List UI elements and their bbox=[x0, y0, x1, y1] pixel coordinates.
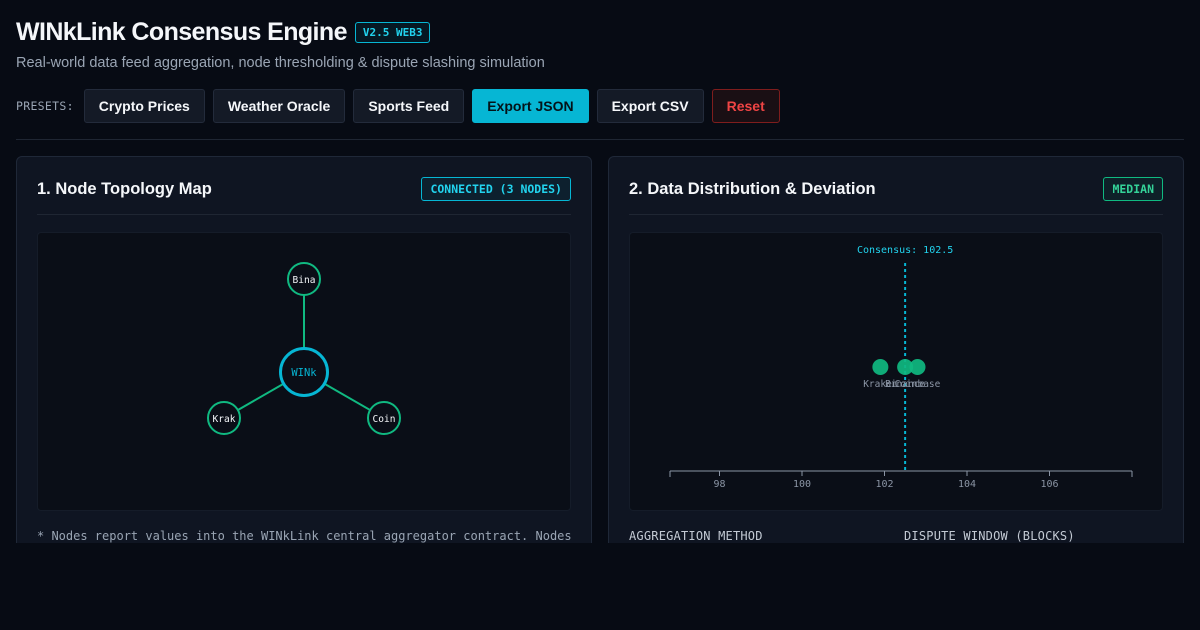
connection-status-badge: CONNECTED (3 NODES) bbox=[421, 177, 571, 201]
preset-toolbar: PRESETS: Crypto Prices Weather Oracle Sp… bbox=[16, 89, 780, 123]
panel-title: 2. Data Distribution & Deviation bbox=[629, 180, 876, 198]
topology-map: WINk Bina Krak Coin bbox=[207, 262, 401, 435]
aggregation-method-badge: MEDIAN bbox=[1103, 177, 1163, 201]
x-tick-label: 98 bbox=[713, 479, 725, 490]
topology-footnote: * Nodes report values into the WINkLink … bbox=[37, 529, 572, 543]
data-point bbox=[909, 359, 926, 375]
viewport-bottom bbox=[0, 543, 1200, 630]
app-subtitle: Real-world data feed aggregation, node t… bbox=[16, 55, 545, 71]
data-distribution-panel: 2. Data Distribution & Deviation MEDIAN … bbox=[608, 156, 1184, 556]
sports-feed-preset-button[interactable]: Sports Feed bbox=[353, 89, 465, 123]
distribution-canvas: 98 100 102 104 106 Consensus: 102.5 Kraken Bina… bbox=[629, 232, 1163, 511]
x-tick-label: 102 bbox=[875, 479, 893, 490]
data-point bbox=[872, 359, 889, 375]
topology-canvas: WINk Bina Krak Coin bbox=[37, 232, 571, 511]
x-tick-label: 106 bbox=[1040, 479, 1058, 490]
crypto-prices-preset-button[interactable]: Crypto Prices bbox=[83, 89, 205, 123]
reset-button[interactable]: Reset bbox=[711, 89, 780, 123]
dispute-window-label: DISPUTE WINDOW (BLOCKS) bbox=[904, 529, 1075, 543]
export-csv-button[interactable]: Export CSV bbox=[596, 89, 704, 123]
x-tick-label: 104 bbox=[958, 479, 976, 490]
node-label-krak: Krak bbox=[213, 414, 236, 425]
node-label-bina: Bina bbox=[293, 275, 316, 286]
panel-header: 1. Node Topology Map CONNECTED (3 NODES) bbox=[37, 177, 571, 215]
x-tick-label: 100 bbox=[793, 479, 811, 490]
weather-oracle-preset-button[interactable]: Weather Oracle bbox=[212, 89, 346, 123]
panel-header: 2. Data Distribution & Deviation MEDIAN bbox=[629, 177, 1163, 215]
node-topology-panel: 1. Node Topology Map CONNECTED (3 NODES)… bbox=[16, 156, 592, 556]
deviation-chart: 98 100 102 104 106Consensus: 102.5KrakenBina… bbox=[669, 245, 1133, 490]
presets-label: PRESETS: bbox=[16, 99, 74, 113]
app-title: WINkLink Consensus Engine bbox=[16, 18, 347, 46]
panel-title: 1. Node Topology Map bbox=[37, 180, 212, 198]
title-row: WINkLink Consensus Engine V2.5 WEB3 bbox=[16, 18, 545, 47]
header-divider bbox=[16, 139, 1184, 140]
node-label-coin: Coin bbox=[373, 414, 396, 425]
aggregation-method-label: AGGREGATION METHOD bbox=[629, 529, 763, 543]
export-json-button[interactable]: Export JSON bbox=[472, 89, 589, 123]
app-header: WINkLink Consensus Engine V2.5 WEB3 Real… bbox=[16, 18, 545, 71]
consensus-label: Consensus: 102.5 bbox=[857, 245, 953, 256]
version-badge: V2.5 WEB3 bbox=[354, 22, 431, 43]
aggregator-label: WINk bbox=[291, 367, 317, 379]
data-point-label: Coinbase bbox=[895, 379, 941, 390]
